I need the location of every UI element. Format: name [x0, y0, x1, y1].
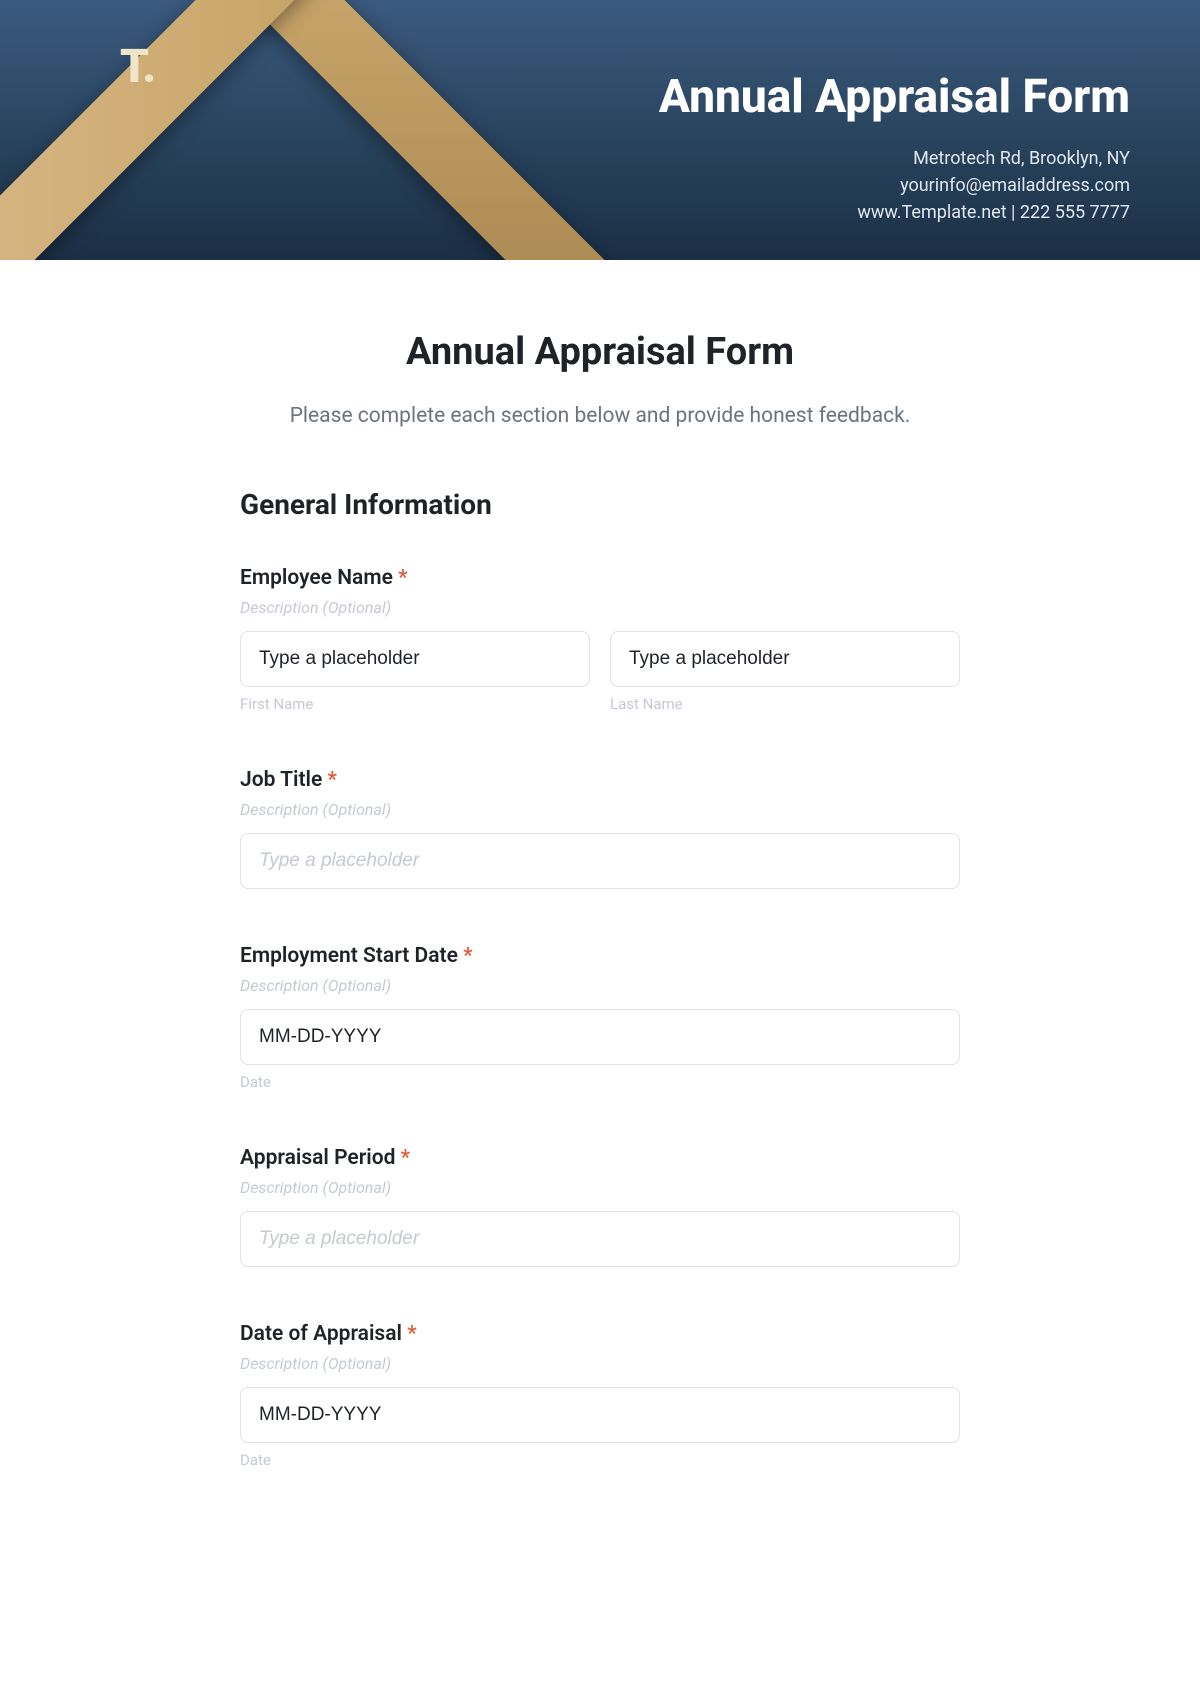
- first-name-input[interactable]: [240, 631, 590, 687]
- required-mark: *: [328, 768, 337, 792]
- field-label: Date of Appraisal *: [240, 1322, 960, 1346]
- form-title: Annual Appraisal Form: [240, 330, 960, 374]
- required-mark: *: [401, 1146, 410, 1170]
- date-sublabel: Date: [240, 1073, 960, 1091]
- date-of-appraisal-input[interactable]: [240, 1387, 960, 1443]
- form-content: Annual Appraisal Form Please complete ea…: [190, 260, 1010, 1574]
- banner-title: Annual Appraisal Form: [659, 70, 1130, 124]
- logo: T.: [120, 40, 155, 94]
- contact-address: Metrotech Rd, Brooklyn, NY: [857, 145, 1130, 172]
- banner-contact: Metrotech Rd, Brooklyn, NY yourinfo@emai…: [857, 145, 1130, 226]
- field-label: Employee Name *: [240, 566, 960, 590]
- field-description[interactable]: Description (Optional): [240, 800, 960, 819]
- contact-web-phone: www.Template.net | 222 555 7777: [857, 199, 1130, 226]
- required-mark: *: [463, 944, 472, 968]
- field-label: Job Title *: [240, 768, 960, 792]
- label-text: Job Title: [240, 768, 322, 792]
- field-label: Appraisal Period *: [240, 1146, 960, 1170]
- appraisal-period-input[interactable]: [240, 1211, 960, 1267]
- field-label: Employment Start Date *: [240, 944, 960, 968]
- field-description[interactable]: Description (Optional): [240, 598, 960, 617]
- label-text: Date of Appraisal: [240, 1322, 402, 1346]
- section-heading: General Information: [240, 488, 960, 521]
- first-name-sublabel: First Name: [240, 695, 590, 713]
- field-employment-start-date: Employment Start Date * Description (Opt…: [240, 944, 960, 1091]
- job-title-input[interactable]: [240, 833, 960, 889]
- contact-email: yourinfo@emailaddress.com: [857, 172, 1130, 199]
- form-subtitle: Please complete each section below and p…: [240, 404, 960, 428]
- date-sublabel: Date: [240, 1451, 960, 1469]
- last-name-input[interactable]: [610, 631, 960, 687]
- field-description[interactable]: Description (Optional): [240, 1354, 960, 1373]
- field-description[interactable]: Description (Optional): [240, 976, 960, 995]
- header-banner: T. Annual Appraisal Form Metrotech Rd, B…: [0, 0, 1200, 260]
- label-text: Employment Start Date: [240, 944, 458, 968]
- field-appraisal-period: Appraisal Period * Description (Optional…: [240, 1146, 960, 1267]
- required-mark: *: [398, 566, 407, 590]
- field-date-of-appraisal: Date of Appraisal * Description (Optiona…: [240, 1322, 960, 1469]
- label-text: Employee Name: [240, 566, 393, 590]
- field-description[interactable]: Description (Optional): [240, 1178, 960, 1197]
- label-text: Appraisal Period: [240, 1146, 395, 1170]
- required-mark: *: [407, 1322, 416, 1346]
- field-job-title: Job Title * Description (Optional): [240, 768, 960, 889]
- last-name-sublabel: Last Name: [610, 695, 960, 713]
- employment-start-date-input[interactable]: [240, 1009, 960, 1065]
- field-employee-name: Employee Name * Description (Optional) F…: [240, 566, 960, 713]
